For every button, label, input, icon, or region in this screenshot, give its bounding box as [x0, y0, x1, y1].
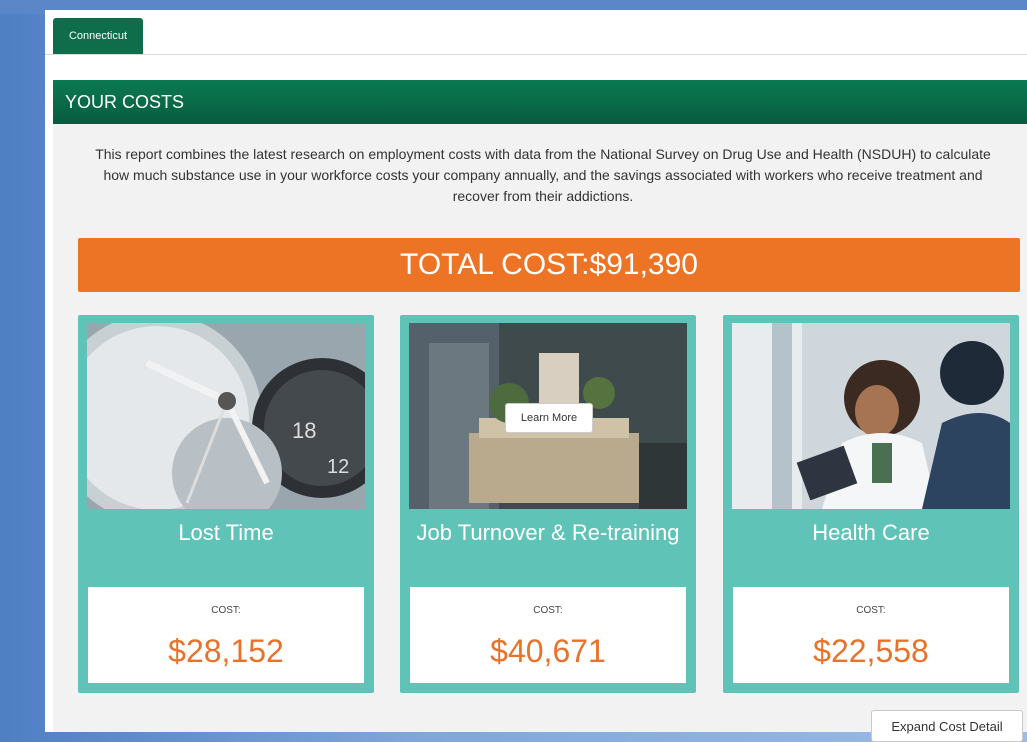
- cost-value: $40,671: [490, 633, 606, 669]
- cost-value: $28,152: [168, 633, 284, 669]
- cost-label: COST:: [533, 605, 563, 616]
- cost-card-health-care[interactable]: Health Care COST: $22,558: [723, 315, 1019, 693]
- page-container: Connecticut YOUR COSTS This report combi…: [45, 10, 1027, 742]
- costs-panel: YOUR COSTS This report combines the late…: [53, 80, 1027, 742]
- box-carry-photo: Learn More: [409, 323, 687, 509]
- svg-text:12: 12: [327, 456, 349, 478]
- card-title: Job Turnover & Re-training: [416, 520, 680, 545]
- card-title: Lost Time: [178, 520, 274, 545]
- cost-label: COST:: [211, 605, 241, 616]
- clock-photo: 18 12: [87, 323, 365, 509]
- cost-card-lost-time[interactable]: 18 12 Lost Time COST: $28,152: [78, 315, 374, 693]
- tab-bar: Connecticut: [45, 10, 1027, 55]
- cost-box: COST: $40,671: [410, 587, 686, 683]
- cost-box: COST: $28,152: [88, 587, 364, 683]
- card-title: Health Care: [812, 520, 930, 545]
- tab-connecticut[interactable]: Connecticut: [53, 18, 143, 54]
- learn-more-button[interactable]: Learn More: [505, 403, 593, 433]
- doctor-patient-photo: [732, 323, 1010, 509]
- panel-title: YOUR COSTS: [53, 80, 1027, 124]
- svg-text:18: 18: [292, 418, 316, 443]
- cost-card-job-turnover[interactable]: Learn More Job Turnover & Re-training CO…: [400, 315, 696, 693]
- expand-cost-detail-button[interactable]: Expand Cost Detail: [871, 710, 1023, 742]
- cost-label: COST:: [856, 605, 886, 616]
- cost-box: COST: $22,558: [733, 587, 1009, 683]
- total-cost-banner: TOTAL COST:$91,390: [78, 238, 1020, 292]
- intro-text: This report combines the latest research…: [95, 146, 991, 204]
- cost-value: $22,558: [813, 633, 929, 669]
